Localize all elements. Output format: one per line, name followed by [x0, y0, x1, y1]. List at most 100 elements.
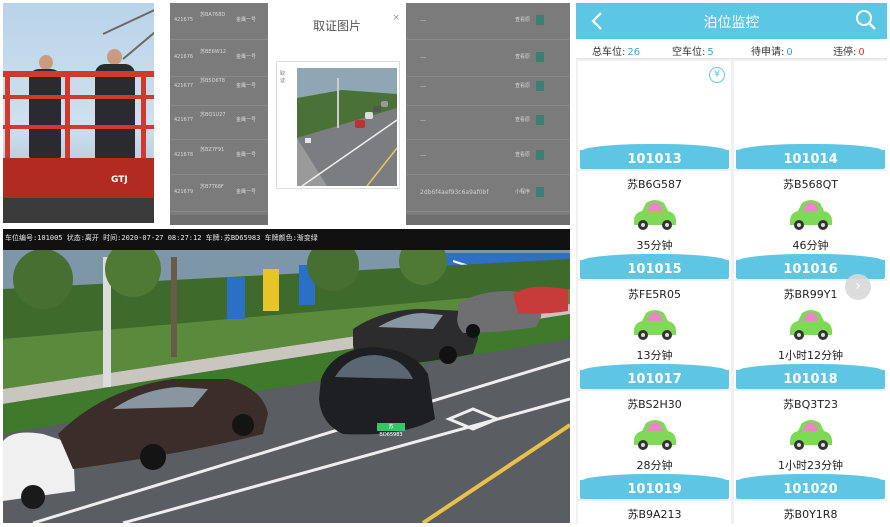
- row-action-icon[interactable]: [536, 15, 544, 25]
- lift-platform: [3, 158, 154, 198]
- stat-pending-label: 待申请:: [751, 47, 785, 58]
- row-action-icon[interactable]: [536, 150, 544, 160]
- table-cell-status: 查看原: [515, 83, 531, 89]
- camera-caption: 车位编号:101005 状态:离开 时间:2020-07-27 08:27:12…: [5, 234, 318, 242]
- table-cell-status: 查看原: [515, 54, 531, 60]
- slot-plate: 苏B0Y1R8: [783, 508, 838, 521]
- slot-number-text: 101020: [783, 482, 838, 497]
- table-cell-id: 421679: [174, 189, 194, 195]
- slot-plate: 苏FE5R05: [628, 288, 681, 301]
- stat-violation-value: 0: [858, 47, 865, 58]
- berth-slot[interactable]: 101014: [734, 61, 887, 169]
- fee-icon[interactable]: ¥: [709, 67, 725, 83]
- slot-number: 101017: [580, 364, 729, 389]
- tree-branch: [102, 7, 154, 35]
- slot-plate: 苏B568QT: [783, 178, 838, 191]
- stat-total-label: 总车位:: [592, 47, 626, 58]
- lift-post: [65, 71, 70, 161]
- slot-number: 101014: [736, 144, 885, 169]
- car-icon: [786, 415, 836, 451]
- car-icon: [630, 195, 680, 231]
- table-cell-road: 金鹰一号: [236, 17, 257, 23]
- app-header: 泊位监控: [576, 3, 887, 39]
- slot-duration: 28分钟: [636, 459, 673, 472]
- car-icon: [630, 305, 680, 341]
- slot-plate: 苏B9A213: [627, 508, 682, 521]
- slot-number: 101018: [736, 364, 885, 389]
- slot-number-text: 101019: [627, 482, 682, 497]
- table-cell-road: 金鹰一号: [236, 83, 257, 89]
- table-cell-status: 查看原: [515, 117, 531, 123]
- slot-number-text: 101016: [783, 262, 838, 277]
- berth-slot[interactable]: ¥101013: [578, 61, 731, 169]
- table-cell-status: 查看原: [515, 17, 531, 23]
- license-plate: 苏BD65983: [379, 424, 403, 438]
- lift-post: [141, 71, 146, 161]
- slot-duration: 35分钟: [636, 239, 673, 252]
- slot-number-text: 101017: [627, 372, 682, 387]
- row-action-icon[interactable]: [536, 115, 544, 125]
- table-cell-road: 金鹰一号: [236, 189, 257, 195]
- worker: [29, 69, 61, 159]
- row-action-icon[interactable]: [536, 52, 544, 62]
- table-cell-id: 421677: [174, 117, 194, 123]
- berth-slot[interactable]: 苏BS2H30 28分钟 101019: [578, 391, 731, 499]
- berth-slot[interactable]: 苏B568QT 46分钟 101016: [734, 171, 887, 279]
- table-cell-id: 421676: [174, 54, 194, 60]
- berth-slot[interactable]: 苏B9A213: [578, 501, 731, 524]
- camera-caption-bar: 车位编号:101005 状态:离开 时间:2020-07-27 08:27:12…: [3, 229, 570, 250]
- table-cell-dash: —: [420, 152, 426, 159]
- slot-number: 101013: [580, 144, 729, 169]
- row-action-icon[interactable]: [536, 81, 544, 91]
- car-icon: [786, 305, 836, 341]
- table-cell-status: 查看原: [515, 152, 531, 158]
- berth-slot[interactable]: 苏FE5R05 13分钟 101017: [578, 281, 731, 389]
- stat-empty-value: 5: [707, 47, 714, 58]
- slot-duration: 1小时12分钟: [778, 349, 843, 362]
- table-cell-plate: 苏BA768D: [200, 12, 226, 18]
- table-cell-plate: 苏B5D6T8: [200, 78, 225, 84]
- lift-rail: [3, 71, 154, 77]
- chevron-right-icon[interactable]: ›: [845, 274, 871, 300]
- modal-title: 取证图片: [312, 19, 361, 33]
- table-cell-dash: 2db6f4aef93c6a9af0bf: [420, 189, 489, 196]
- berth-slot[interactable]: 苏B6G587 35分钟 101015: [578, 171, 731, 279]
- slot-number-text: 101013: [627, 152, 682, 167]
- worker-head: [107, 49, 122, 65]
- slot-plate: 苏B6G587: [626, 178, 683, 191]
- slot-number-text: 101018: [783, 372, 838, 387]
- lift-rail: [3, 95, 154, 99]
- table-cell-plate: 苏BZ7F91: [200, 147, 225, 153]
- installation-photo: GTJ: [3, 3, 154, 223]
- berth-slot[interactable]: 苏B0Y1R8: [734, 501, 887, 524]
- evidence-dialog-screenshot: 421675 苏BA768D 金鹰一号 — 查看原 421676 苏BE6W12 金鹰一号 — 查…: [170, 3, 570, 225]
- table-cell-plate: 苏B7T68F: [200, 184, 224, 190]
- stat-violation-label: 违停:: [833, 47, 857, 58]
- table-cell-road: 金鹰一号: [236, 54, 257, 60]
- slot-duration: 1小时23分钟: [778, 459, 843, 472]
- evidence-side-label: 取证: [280, 71, 286, 84]
- slot-duration: 46分钟: [792, 239, 829, 252]
- table-cell-dash: —: [420, 83, 426, 90]
- search-icon[interactable]: [855, 9, 877, 31]
- close-icon[interactable]: ×: [392, 13, 400, 23]
- camera-frame: 苏BD65983 车位编号:101005 状态:离开 时间:2020-07-27…: [3, 229, 570, 523]
- lift-post: [5, 71, 10, 161]
- lift-rail: [3, 125, 154, 129]
- parked-car: [513, 286, 568, 314]
- table-cell-dash: —: [420, 17, 426, 24]
- slot-plate: 苏BS2H30: [627, 398, 682, 411]
- app-title: 泊位监控: [703, 15, 760, 31]
- worker-head: [39, 55, 53, 70]
- slot-plate: 苏BQ3T23: [783, 398, 838, 411]
- table-cell-id: 421675: [174, 17, 194, 23]
- table-cell-dash: —: [420, 54, 426, 61]
- berth-slot[interactable]: 苏BQ3T23 1小时23分钟 101020: [734, 391, 887, 499]
- slot-duration: 13分钟: [636, 349, 673, 362]
- row-action-icon[interactable]: [536, 187, 544, 197]
- evidence-image[interactable]: [297, 68, 397, 186]
- evidence-street-image: [297, 68, 397, 186]
- evidence-frame: 取证: [276, 61, 400, 189]
- slot-number: 101019: [580, 474, 729, 499]
- car-icon: [786, 195, 836, 231]
